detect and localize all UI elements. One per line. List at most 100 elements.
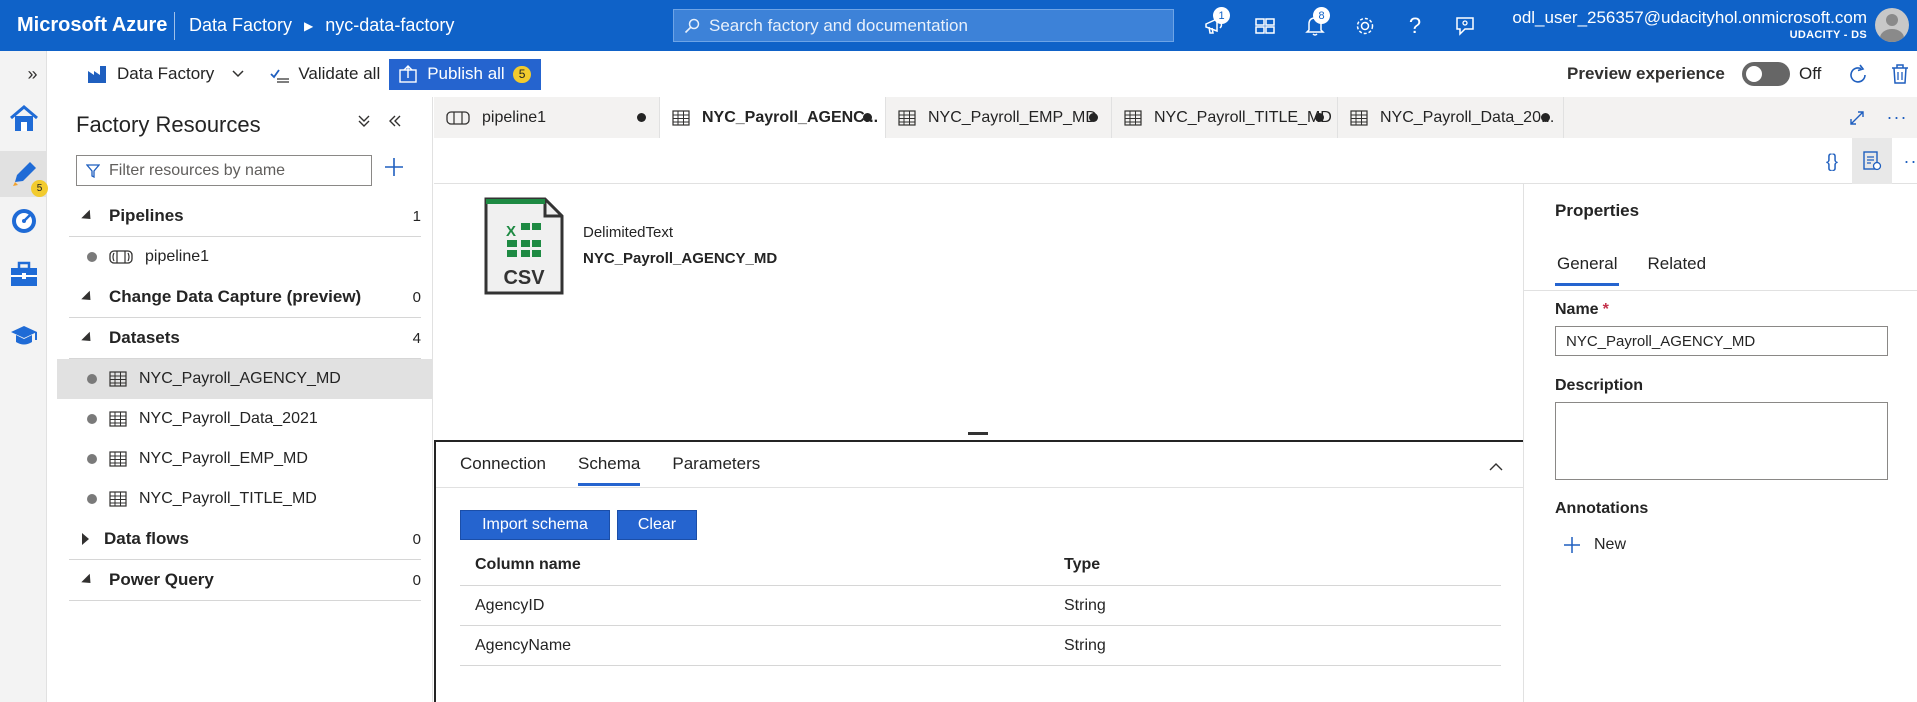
refresh-button[interactable]: [1847, 64, 1869, 91]
import-schema-button[interactable]: Import schema: [460, 510, 610, 540]
status-dot: [87, 374, 97, 384]
double-chevron-down-icon: [358, 115, 370, 127]
feedback-button[interactable]: [1440, 0, 1490, 51]
publish-all-button[interactable]: Publish all 5: [389, 58, 542, 90]
table-row[interactable]: AgencyName String: [460, 626, 1501, 666]
section-data-flows[interactable]: Data flows 0: [69, 519, 421, 560]
table-row[interactable]: AgencyID String: [460, 586, 1501, 626]
tree-item-label: NYC_Payroll_EMP_MD: [139, 450, 308, 467]
section-datasets-label: Datasets: [109, 328, 180, 347]
section-pipelines[interactable]: Pipelines 1: [69, 196, 421, 237]
panel-resize-handle[interactable]: [968, 432, 988, 435]
description-field[interactable]: [1555, 402, 1888, 480]
section-change-data-capture[interactable]: Change Data Capture (preview) 0: [69, 277, 421, 318]
tree-item-dataset[interactable]: NYC_Payroll_EMP_MD: [57, 439, 433, 479]
section-pipelines-label: Pipelines: [109, 206, 184, 225]
properties-toggle-button[interactable]: [1852, 138, 1892, 184]
cell-type: String: [1064, 596, 1106, 614]
cell-column-name: AgencyName: [475, 636, 572, 654]
tab-parameters[interactable]: Parameters: [672, 454, 760, 486]
config-tabs: Connection Schema Parameters: [460, 454, 792, 486]
tab-schema[interactable]: Schema: [578, 454, 641, 486]
resource-tree: Pipelines 1 pipeline1 Change Data Captur…: [57, 196, 433, 601]
rail-manage[interactable]: [0, 251, 47, 297]
add-resource-button[interactable]: [384, 157, 404, 182]
azure-brand[interactable]: Microsoft Azure: [0, 14, 172, 37]
properties-icon: [1863, 151, 1882, 171]
tree-item-dataset[interactable]: NYC_Payroll_Data_2021: [57, 399, 433, 439]
validate-all-button[interactable]: Validate all: [270, 58, 380, 90]
factory-resources-title: Factory Resources: [76, 112, 261, 137]
svg-text:X: X: [506, 223, 516, 240]
command-bar: Data Factory Validate all Publish all 5 …: [57, 51, 1917, 97]
collapsed-triangle-icon: [82, 533, 89, 545]
csv-icon-label: CSV: [503, 267, 545, 289]
maximize-button[interactable]: [1837, 110, 1877, 126]
canvas-more-button[interactable]: ···: [1894, 138, 1917, 184]
breadcrumb-factory-name[interactable]: nyc-data-factory: [325, 15, 454, 36]
tab-related[interactable]: Related: [1645, 254, 1708, 286]
tree-item-dataset[interactable]: NYC_Payroll_AGENCY_MD: [57, 359, 433, 399]
tab-agency-md[interactable]: NYC_Payroll_AGENC...: [660, 97, 886, 138]
name-label: Name *: [1555, 301, 1609, 319]
dataset-csv-icon[interactable]: X CSV: [483, 196, 565, 301]
validate-all-label: Validate all: [298, 64, 381, 83]
name-field[interactable]: NYC_Payroll_AGENCY_MD: [1555, 326, 1888, 356]
collapse-all-button[interactable]: [357, 114, 371, 133]
resources-controls: [357, 114, 402, 133]
tab-label: NYC_Payroll_TITLE_MD: [1154, 108, 1332, 126]
clear-schema-button[interactable]: Clear: [617, 510, 697, 540]
tab-title-md[interactable]: NYC_Payroll_TITLE_MD: [1112, 97, 1338, 138]
rail-learning[interactable]: [0, 313, 47, 359]
feedback-icon: [1456, 16, 1474, 36]
directory-switch-button[interactable]: [1240, 0, 1290, 51]
help-button[interactable]: ?: [1390, 0, 1440, 51]
factory-dropdown-button[interactable]: [232, 65, 244, 83]
alerts-button[interactable]: 8: [1290, 0, 1340, 51]
status-dot: [87, 414, 97, 424]
data-factory-menu[interactable]: Data Factory: [87, 58, 214, 90]
header-type: Type: [1064, 555, 1101, 573]
tree-item-pipeline1[interactable]: pipeline1: [57, 237, 433, 277]
filter-resources-input[interactable]: Filter resources by name: [76, 155, 372, 186]
properties-panel: Properties General Related Name * NYC_Pay…: [1523, 184, 1917, 702]
plus-icon: [385, 158, 403, 176]
filter-funnel-icon: [86, 163, 100, 178]
code-view-button[interactable]: {}: [1812, 138, 1852, 184]
hide-panel-button[interactable]: [388, 114, 402, 133]
table-icon: [898, 109, 916, 126]
settings-button[interactable]: [1340, 0, 1390, 51]
preview-toggle-state: Off: [1799, 64, 1822, 83]
tab-general[interactable]: General: [1555, 254, 1620, 286]
new-annotation-button[interactable]: New: [1563, 536, 1626, 554]
plus-icon: [1564, 537, 1580, 553]
pipeline-icon: [446, 110, 470, 125]
tree-item-dataset[interactable]: NYC_Payroll_TITLE_MD: [57, 479, 433, 519]
section-cdc-label: Change Data Capture (preview): [109, 287, 362, 306]
tab-data-2021[interactable]: NYC_Payroll_Data_20...: [1338, 97, 1564, 138]
user-account[interactable]: odl_user_256357@udacityhol.onmicrosoft.c…: [1512, 8, 1867, 42]
tab-pipeline1[interactable]: pipeline1: [434, 97, 660, 138]
expand-rail-button[interactable]: »: [0, 51, 47, 97]
notifications-button[interactable]: 1: [1190, 0, 1240, 51]
tab-emp-md[interactable]: NYC_Payroll_EMP_MD: [886, 97, 1112, 138]
section-datasets[interactable]: Datasets 4: [69, 318, 421, 359]
collapse-panel-button[interactable]: [1489, 458, 1503, 476]
tab-connection[interactable]: Connection: [460, 454, 546, 486]
properties-tabs: General Related: [1555, 254, 1734, 286]
search-input[interactable]: Search factory and documentation: [673, 9, 1174, 42]
rail-home[interactable]: [0, 96, 47, 142]
tabs-more-button[interactable]: ···: [1877, 107, 1917, 128]
rail-author[interactable]: 5: [0, 151, 48, 197]
preview-toggle[interactable]: [1742, 62, 1790, 86]
discard-all-button[interactable]: [1890, 63, 1910, 90]
preview-experience-label: Preview experience: [1567, 64, 1725, 83]
breadcrumb-data-factory[interactable]: Data Factory: [189, 15, 292, 36]
rail-monitor[interactable]: [0, 198, 47, 244]
publish-upload-icon: [399, 65, 417, 83]
expanded-triangle-icon: [81, 573, 95, 587]
table-icon: [109, 451, 127, 467]
avatar[interactable]: [1875, 8, 1909, 42]
tree-item-label: NYC_Payroll_TITLE_MD: [139, 490, 317, 507]
section-power-query[interactable]: Power Query 0: [69, 560, 421, 601]
